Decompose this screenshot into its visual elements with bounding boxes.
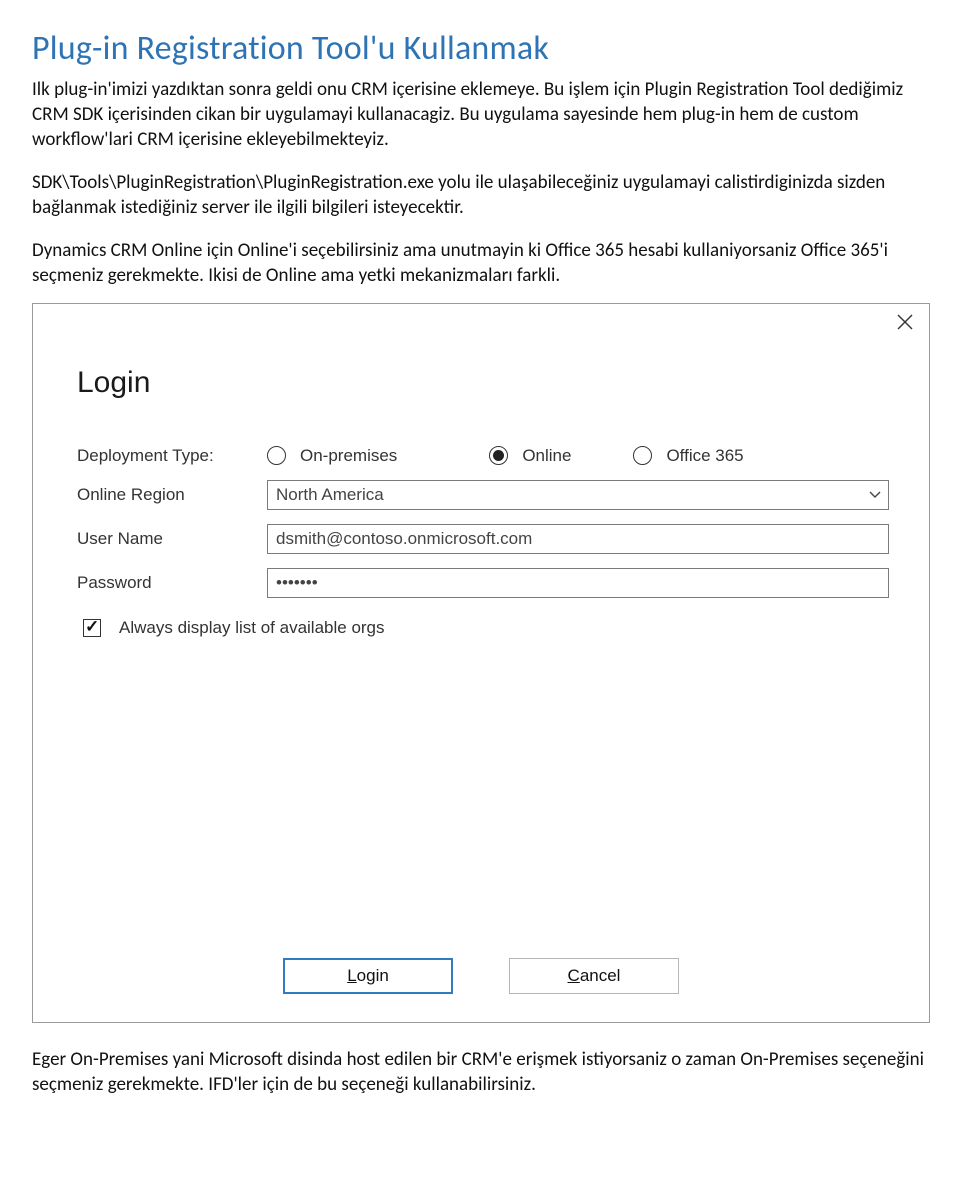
password-row: Password •••••••: [77, 568, 889, 598]
password-label: Password: [77, 573, 267, 593]
login-dialog: Login Deployment Type: On-premises Onlin…: [32, 303, 930, 1023]
dialog-button-bar: Login Cancel: [33, 958, 929, 994]
article-heading: Plug-in Registration Tool'u Kullanmak: [32, 28, 928, 69]
online-region-label: Online Region: [77, 485, 267, 505]
close-icon[interactable]: [897, 314, 913, 330]
username-row: User Name dsmith@contoso.onmicrosoft.com: [77, 524, 889, 554]
online-region-row: Online Region North America: [77, 480, 889, 510]
always-display-orgs-checkbox-row: Always display list of available orgs: [83, 618, 889, 638]
radio-label: Office 365: [666, 446, 743, 466]
deployment-type-radio-group: On-premises Online Office 365: [267, 446, 744, 466]
cancel-button[interactable]: Cancel: [509, 958, 679, 994]
dialog-title: Login: [33, 304, 929, 400]
login-button[interactable]: Login: [283, 958, 453, 994]
radio-office365[interactable]: Office 365: [633, 446, 743, 466]
always-display-orgs-checkbox[interactable]: [83, 619, 101, 637]
radio-label: On-premises: [300, 446, 397, 466]
article-paragraph-1: Ilk plug-in'imizi yazdıktan sonra geldi …: [32, 77, 928, 152]
article-paragraph-2: SDK\Tools\PluginRegistration\PluginRegis…: [32, 170, 928, 220]
deployment-type-row: Deployment Type: On-premises Online Offi…: [77, 446, 889, 466]
password-input[interactable]: •••••••: [267, 568, 889, 598]
radio-label: Online: [522, 446, 571, 466]
username-input[interactable]: dsmith@contoso.onmicrosoft.com: [267, 524, 889, 554]
deployment-type-label: Deployment Type:: [77, 446, 267, 466]
radio-icon: [633, 446, 652, 465]
article-paragraph-4: Eger On-Premises yani Microsoft disinda …: [32, 1047, 928, 1097]
button-accelerator: L: [347, 966, 356, 986]
radio-onpremises[interactable]: On-premises: [267, 446, 397, 466]
select-value: North America: [276, 485, 384, 505]
article-paragraph-3: Dynamics CRM Online için Online'i seçebi…: [32, 238, 928, 288]
button-accelerator: C: [568, 966, 580, 986]
username-label: User Name: [77, 529, 267, 549]
button-text: ogin: [357, 966, 389, 986]
button-text: ancel: [580, 966, 621, 986]
checkbox-label: Always display list of available orgs: [119, 618, 385, 638]
radio-icon: [267, 446, 286, 465]
radio-online[interactable]: Online: [489, 446, 571, 466]
chevron-down-icon: [868, 490, 882, 500]
online-region-select[interactable]: North America: [267, 480, 889, 510]
radio-icon: [489, 446, 508, 465]
